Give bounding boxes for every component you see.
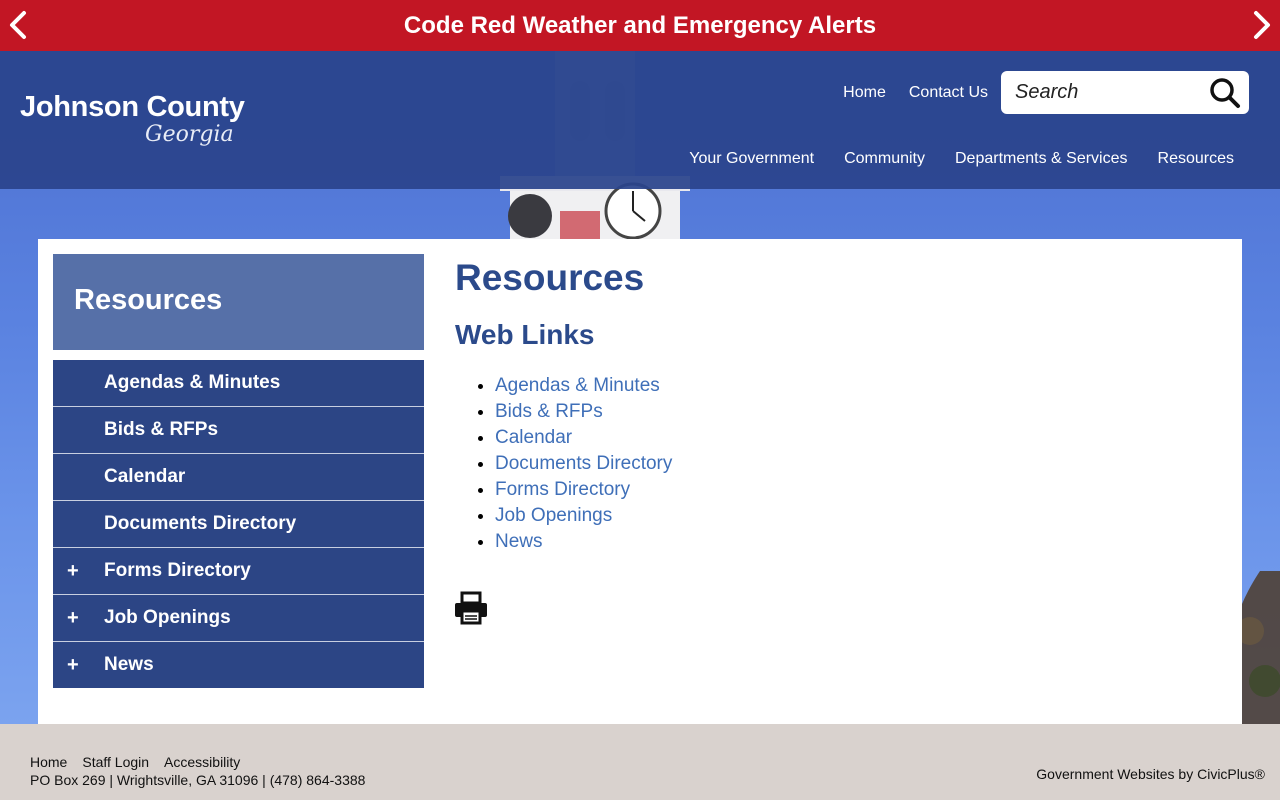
list-item: News — [495, 531, 672, 557]
sidebar-item-forms-directory[interactable]: + Forms Directory — [53, 548, 424, 595]
page-title: Resources — [455, 257, 645, 298]
link-job-openings[interactable]: Job Openings — [495, 505, 612, 526]
main-nav-your-government[interactable]: Your Government — [689, 150, 814, 168]
util-nav-contact[interactable]: Contact Us — [909, 84, 988, 102]
logo-county-name: Johnson County — [20, 91, 245, 123]
print-icon[interactable] — [454, 591, 488, 625]
main-nav-departments-services[interactable]: Departments & Services — [955, 150, 1128, 168]
util-nav-home[interactable]: Home — [843, 84, 886, 102]
sidebar-item-label: Job Openings — [104, 607, 231, 628]
sidebar-item-news[interactable]: + News — [53, 642, 424, 688]
link-bids-rfps[interactable]: Bids & RFPs — [495, 401, 603, 422]
search-input[interactable] — [1015, 79, 1205, 106]
sidebar-item-label: Bids & RFPs — [104, 419, 219, 440]
expand-plus-icon[interactable]: + — [67, 548, 79, 594]
sidebar-item-label: Forms Directory — [104, 560, 251, 581]
sidebar-title[interactable]: Resources — [53, 254, 424, 350]
search-icon[interactable] — [1209, 77, 1241, 109]
section-title: Web Links — [455, 319, 595, 350]
list-item: Agendas & Minutes — [495, 375, 672, 401]
sidebar-item-label: News — [104, 654, 154, 675]
footer-credit-link[interactable]: Government Websites by CivicPlus® — [1036, 766, 1265, 782]
list-item: Job Openings — [495, 505, 672, 531]
sidebar-item-agendas-minutes[interactable]: Agendas & Minutes — [53, 360, 424, 407]
sidebar-item-bids-rfps[interactable]: Bids & RFPs — [53, 407, 424, 454]
expand-plus-icon[interactable]: + — [67, 642, 79, 688]
list-item: Calendar — [495, 427, 672, 453]
sidebar-menu: Agendas & Minutes Bids & RFPs Calendar D… — [53, 360, 424, 688]
footer-address: PO Box 269 | Wrightsville, GA 31096 | (4… — [30, 772, 366, 788]
list-item: Forms Directory — [495, 479, 672, 505]
main-nav-community[interactable]: Community — [844, 150, 925, 168]
link-forms-directory[interactable]: Forms Directory — [495, 479, 630, 500]
sidebar-title-text: Resources — [74, 284, 223, 316]
link-news[interactable]: News — [495, 531, 543, 552]
footer-link-accessibility[interactable]: Accessibility — [164, 754, 240, 770]
alert-bar: Code Red Weather and Emergency Alerts — [0, 0, 1280, 51]
sidebar-item-calendar[interactable]: Calendar — [53, 454, 424, 501]
footer-link-staff-login[interactable]: Staff Login — [82, 754, 149, 770]
sidebar-item-documents-directory[interactable]: Documents Directory — [53, 501, 424, 548]
logo-state-name: Georgia — [145, 122, 234, 147]
web-links-list: Agendas & Minutes Bids & RFPs Calendar D… — [495, 375, 672, 557]
chevron-right-icon[interactable] — [1246, 8, 1276, 42]
link-documents-directory[interactable]: Documents Directory — [495, 453, 672, 474]
main-nav-resources[interactable]: Resources — [1158, 150, 1234, 168]
main-nav: Your Government Community Departments & … — [689, 150, 1234, 168]
sidebar-item-job-openings[interactable]: + Job Openings — [53, 595, 424, 642]
utility-nav: Home Contact Us — [843, 84, 988, 102]
link-calendar[interactable]: Calendar — [495, 427, 572, 448]
sidebar-item-label: Documents Directory — [104, 513, 297, 534]
site-logo[interactable]: Johnson County Georgia — [20, 91, 245, 147]
list-item: Documents Directory — [495, 453, 672, 479]
link-agendas-minutes[interactable]: Agendas & Minutes — [495, 375, 660, 396]
alert-link[interactable]: Code Red Weather and Emergency Alerts — [0, 0, 1280, 51]
sidebar-item-label: Agendas & Minutes — [104, 372, 281, 393]
site-footer: Home Staff Login Accessibility PO Box 26… — [0, 724, 1280, 800]
expand-plus-icon[interactable]: + — [67, 595, 79, 641]
sidebar-item-label: Calendar — [104, 466, 186, 487]
list-item: Bids & RFPs — [495, 401, 672, 427]
footer-link-home[interactable]: Home — [30, 754, 67, 770]
content-card: Resources Agendas & Minutes Bids & RFPs … — [38, 239, 1242, 724]
footer-links: Home Staff Login Accessibility — [30, 754, 240, 770]
search-box — [1001, 71, 1249, 114]
